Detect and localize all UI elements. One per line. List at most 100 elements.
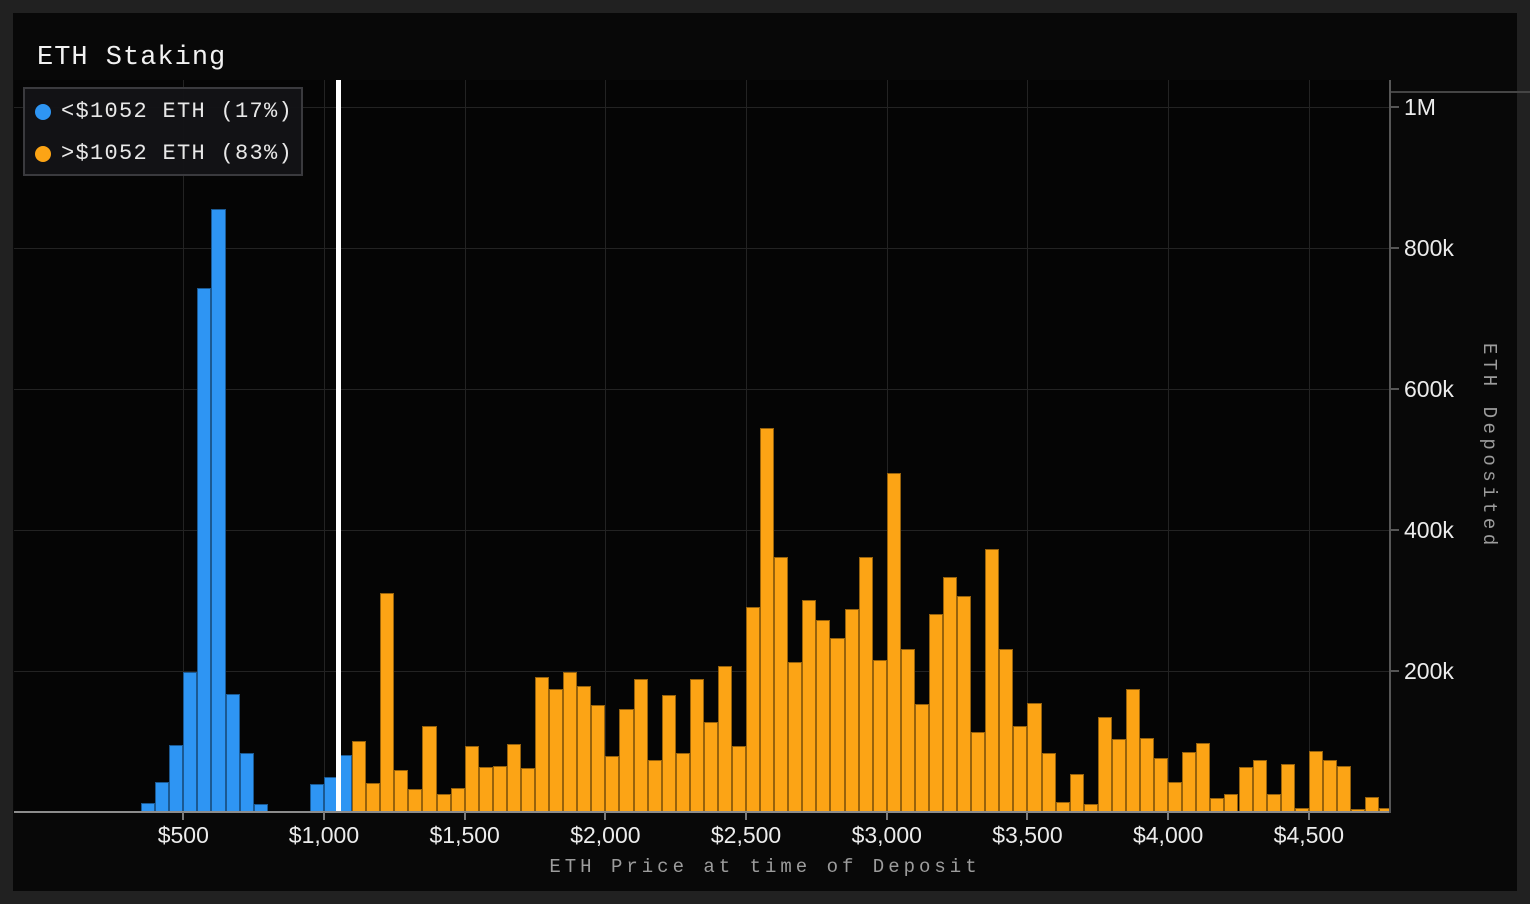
histogram-bar[interactable]: [943, 577, 957, 812]
histogram-bar[interactable]: [830, 638, 844, 812]
histogram-bar[interactable]: [704, 722, 718, 812]
histogram-bar[interactable]: [971, 732, 985, 812]
histogram-bar[interactable]: [1365, 797, 1379, 812]
legend-item-below-threshold[interactable]: <$1052 ETH (17%): [25, 90, 301, 133]
histogram-bar[interactable]: [1140, 738, 1154, 812]
histogram-bar[interactable]: [240, 753, 254, 812]
histogram-bar[interactable]: [1112, 739, 1126, 812]
histogram-bar[interactable]: [563, 672, 577, 812]
v-gridline: [465, 80, 466, 812]
histogram-bar[interactable]: [437, 794, 451, 812]
histogram-bar[interactable]: [1154, 758, 1168, 812]
histogram-bar[interactable]: [718, 666, 732, 812]
histogram-bar[interactable]: [662, 695, 676, 812]
histogram-bar[interactable]: [746, 607, 760, 812]
histogram-bar[interactable]: [479, 767, 493, 812]
histogram-bar[interactable]: [183, 672, 197, 812]
histogram-bar[interactable]: [873, 660, 887, 812]
histogram-bar[interactable]: [845, 609, 859, 812]
histogram-bar[interactable]: [1042, 753, 1056, 812]
histogram-bar[interactable]: [380, 593, 394, 812]
x-tick-mark: [886, 812, 888, 820]
histogram-bar[interactable]: [521, 768, 535, 812]
histogram-bar[interactable]: [451, 788, 465, 812]
histogram-bar[interactable]: [1126, 689, 1140, 812]
x-axis-line: [14, 811, 1390, 813]
histogram-bar[interactable]: [394, 770, 408, 812]
histogram-bar[interactable]: [1253, 760, 1267, 812]
histogram-bar[interactable]: [957, 596, 971, 812]
histogram-bar[interactable]: [408, 789, 422, 812]
histogram-bar[interactable]: [802, 600, 816, 812]
y-tick-mark: [1390, 388, 1399, 390]
v-gridline: [1309, 80, 1310, 812]
histogram-bar[interactable]: [310, 784, 324, 812]
histogram-bar[interactable]: [1196, 743, 1210, 812]
y-tick-mark: [1390, 247, 1399, 249]
y-tick-mark: [1390, 106, 1399, 108]
histogram-bar[interactable]: [549, 689, 563, 812]
histogram-bar[interactable]: [422, 726, 436, 812]
plot-area[interactable]: [14, 80, 1390, 812]
histogram-bar[interactable]: [634, 679, 648, 812]
histogram-bar[interactable]: [366, 783, 380, 812]
histogram-bar[interactable]: [816, 620, 830, 812]
histogram-bar[interactable]: [1281, 764, 1295, 812]
histogram-bar[interactable]: [1337, 766, 1351, 812]
legend-item-above-threshold[interactable]: >$1052 ETH (83%): [25, 132, 301, 175]
x-tick-mark: [323, 812, 325, 820]
histogram-bar[interactable]: [788, 662, 802, 812]
histogram-bar[interactable]: [507, 744, 521, 812]
histogram-bar[interactable]: [619, 709, 633, 812]
histogram-bar[interactable]: [999, 649, 1013, 812]
histogram-bar[interactable]: [1098, 717, 1112, 812]
y-axis-title: ETH Deposited: [1458, 80, 1500, 812]
x-tick-mark: [1026, 812, 1028, 820]
y-tick-label: 1M: [1404, 94, 1436, 120]
histogram-bar[interactable]: [197, 288, 211, 812]
histogram-bar[interactable]: [901, 649, 915, 812]
histogram-bar[interactable]: [732, 746, 746, 812]
histogram-bar[interactable]: [1182, 752, 1196, 812]
histogram-bar[interactable]: [1210, 798, 1224, 812]
histogram-bar[interactable]: [1224, 794, 1238, 812]
x-tick-label: $3,000: [817, 822, 957, 849]
x-tick-label: $2,000: [535, 822, 675, 849]
y-axis-line: [1389, 80, 1391, 813]
histogram-bar[interactable]: [985, 549, 999, 812]
histogram-bar[interactable]: [1323, 760, 1337, 812]
histogram-bar[interactable]: [690, 679, 704, 812]
histogram-bar[interactable]: [211, 209, 225, 812]
x-tick-label: $500: [113, 822, 253, 849]
histogram-bar[interactable]: [465, 746, 479, 812]
y-tick-label: 600k: [1404, 376, 1454, 402]
histogram-bar[interactable]: [1013, 726, 1027, 812]
histogram-bar[interactable]: [648, 760, 662, 812]
histogram-bar[interactable]: [887, 473, 901, 812]
x-tick-label: $1,500: [395, 822, 535, 849]
histogram-bar[interactable]: [1267, 794, 1281, 812]
histogram-bar[interactable]: [915, 704, 929, 812]
histogram-bar[interactable]: [1239, 767, 1253, 812]
v-gridline: [324, 80, 325, 812]
histogram-bar[interactable]: [1070, 774, 1084, 812]
histogram-bar[interactable]: [169, 745, 183, 812]
histogram-bar[interactable]: [859, 557, 873, 812]
histogram-bar[interactable]: [605, 756, 619, 812]
histogram-bar[interactable]: [591, 705, 605, 812]
histogram-bar[interactable]: [577, 686, 591, 812]
histogram-bar[interactable]: [929, 614, 943, 812]
histogram-bar[interactable]: [1168, 782, 1182, 812]
histogram-bar[interactable]: [226, 694, 240, 812]
histogram-bar[interactable]: [676, 753, 690, 812]
histogram-bar[interactable]: [493, 766, 507, 812]
histogram-bar[interactable]: [1309, 751, 1323, 812]
y-tick-mark: [1390, 529, 1399, 531]
histogram-bar[interactable]: [352, 741, 366, 812]
histogram-bar[interactable]: [760, 428, 774, 812]
histogram-bar[interactable]: [535, 677, 549, 812]
histogram-bar[interactable]: [774, 557, 788, 812]
histogram-bar[interactable]: [155, 782, 169, 812]
x-tick-label: $4,500: [1239, 822, 1379, 849]
histogram-bar[interactable]: [1027, 703, 1041, 812]
